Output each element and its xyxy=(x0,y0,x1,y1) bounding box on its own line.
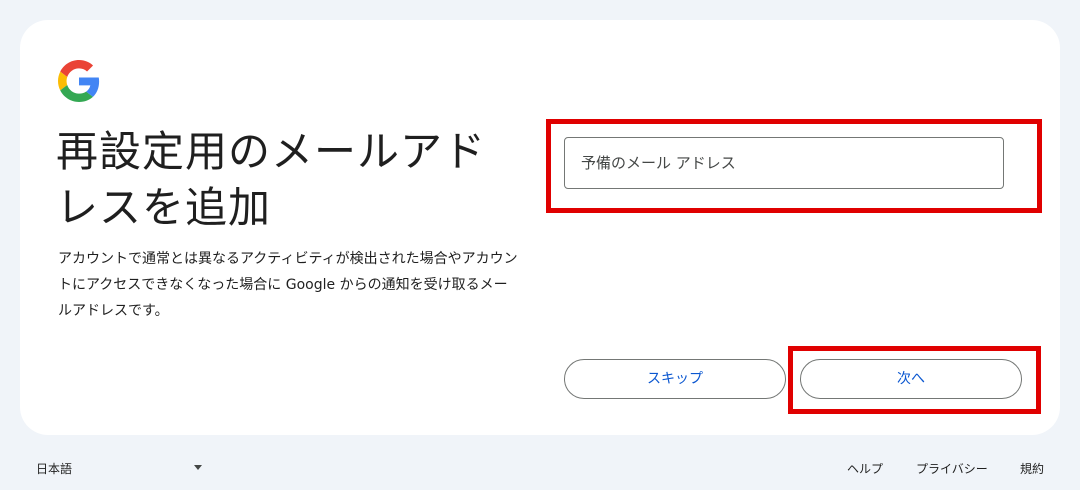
help-link[interactable]: ヘルプ xyxy=(847,460,883,477)
terms-link[interactable]: 規約 xyxy=(1020,460,1044,477)
privacy-link[interactable]: プライバシー xyxy=(916,460,988,477)
google-g-icon xyxy=(58,60,100,102)
skip-button[interactable]: スキップ xyxy=(564,359,786,399)
page-description: アカウントで通常とは異なるアクティビティが検出された場合やアカウントにアクセスで… xyxy=(58,251,518,319)
footer: 日本語 ヘルプ プライバシー 規約 xyxy=(0,448,1080,488)
language-label: 日本語 xyxy=(36,462,73,476)
language-selector[interactable]: 日本語 xyxy=(36,460,206,476)
caret-down-icon xyxy=(194,465,202,470)
page-title: 再設定用のメールアドレスを追加 xyxy=(56,127,487,232)
next-button[interactable]: 次へ xyxy=(800,359,1022,399)
signin-card: 再設定用のメールアドレスを追加 アカウントで通常とは異なるアクティビティが検出さ… xyxy=(20,20,1060,435)
recovery-email-field xyxy=(564,137,1024,197)
recovery-email-input[interactable] xyxy=(564,137,1004,189)
